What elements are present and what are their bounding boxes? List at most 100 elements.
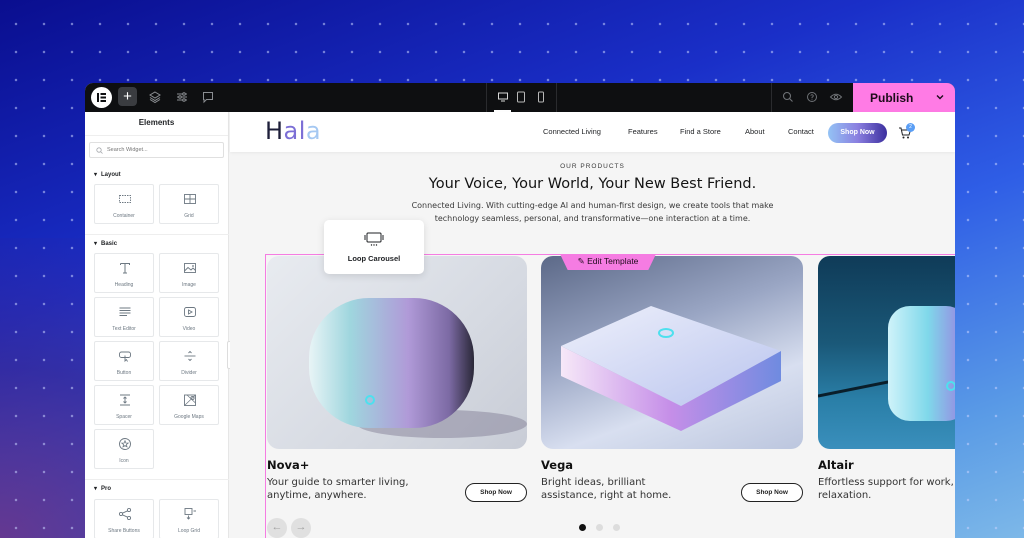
comment-icon[interactable] <box>201 90 215 104</box>
section-pro-toggle[interactable]: Pro <box>94 485 111 492</box>
widget-text-editor[interactable]: Text Editor <box>94 297 154 337</box>
share-icon <box>118 507 132 521</box>
product-description: Bright ideas, brilliant assistance, righ… <box>541 477 672 501</box>
widget-label: Google Maps <box>174 414 204 420</box>
section-divider <box>85 234 229 235</box>
site-logo[interactable]: Hala <box>265 117 321 145</box>
search-icon <box>96 146 103 154</box>
text-editor-icon <box>119 307 131 316</box>
section-layout-toggle[interactable]: Layout <box>94 171 121 178</box>
grid-icon <box>184 194 196 204</box>
edit-template-button[interactable]: ✎ Edit Template <box>560 254 656 270</box>
widget-loop-grid[interactable]: Loop Grid <box>159 499 219 538</box>
altair-device-illustration <box>818 306 955 421</box>
widget-image[interactable]: Image <box>159 253 219 293</box>
widget-label: Image <box>182 282 196 288</box>
widget-container[interactable]: Container <box>94 184 154 224</box>
site-header: Hala Connected Living Features Find a St… <box>230 112 955 152</box>
chevron-down-icon[interactable] <box>935 92 945 102</box>
sliders-icon[interactable] <box>175 90 189 104</box>
elementor-editor-window: + Publish Elements Layout Container <box>85 83 955 538</box>
product-title: Vega <box>541 458 574 472</box>
toolbar-divider <box>556 83 557 112</box>
loop-carousel-widget-tooltip[interactable]: Loop Carousel <box>324 220 424 274</box>
carousel-next-button[interactable]: → <box>291 518 311 538</box>
product-image-altair[interactable] <box>818 256 955 449</box>
product-image-nova[interactable] <box>267 256 527 449</box>
nav-about[interactable]: About <box>745 127 765 136</box>
product-shop-now-button[interactable]: Shop Now <box>741 483 803 502</box>
carousel-dot-3[interactable] <box>613 524 620 531</box>
page-canvas: Hala Connected Living Features Find a St… <box>230 112 955 538</box>
nav-connected-living[interactable]: Connected Living <box>543 127 601 136</box>
widget-label: Divider <box>181 370 197 376</box>
container-icon <box>119 195 131 203</box>
widget-label: Text Editor <box>112 326 136 332</box>
nav-find-a-store[interactable]: Find a Store <box>680 127 721 136</box>
search-icon[interactable] <box>781 90 795 104</box>
product-description: Your guide to smarter living, anytime, a… <box>267 477 409 501</box>
search-widget-input[interactable] <box>107 147 217 153</box>
section-eyebrow: OUR PRODUCTS <box>560 163 625 170</box>
pencil-icon: ✎ <box>577 256 588 266</box>
spacer-icon <box>120 394 130 406</box>
section-basic-toggle[interactable]: Basic <box>94 240 117 247</box>
vega-device-illustration <box>561 306 781 431</box>
widget-google-maps[interactable]: Google Maps <box>159 385 219 425</box>
product-image-vega[interactable] <box>541 256 803 449</box>
widget-label: Container <box>113 213 135 219</box>
product-shop-now-button[interactable]: Shop Now <box>465 483 527 502</box>
desktop-icon[interactable] <box>497 91 509 103</box>
cart-count-badge: 2 <box>906 123 915 132</box>
divider-icon <box>184 350 196 362</box>
widget-label: Icon <box>119 458 129 464</box>
map-icon <box>184 394 196 406</box>
layers-icon[interactable] <box>148 90 162 104</box>
mobile-icon[interactable] <box>535 91 547 103</box>
section-divider <box>85 479 229 480</box>
product-title: Altair <box>818 458 854 472</box>
toolbar-divider <box>771 83 772 112</box>
product-description: Effortless support for work, play, and r… <box>818 477 955 501</box>
plus-icon: + <box>123 88 132 105</box>
help-icon[interactable] <box>805 90 819 104</box>
panel-title: Elements <box>85 112 228 136</box>
arrow-right-icon: → <box>295 521 307 533</box>
widget-label: Button <box>116 370 132 376</box>
widget-heading[interactable]: Heading <box>94 253 154 293</box>
nav-contact[interactable]: Contact <box>788 127 814 136</box>
carousel-prev-button[interactable]: ← <box>267 518 287 538</box>
search-widget-field[interactable] <box>89 142 224 158</box>
nav-features[interactable]: Features <box>628 127 658 136</box>
eye-icon[interactable] <box>829 90 843 104</box>
tablet-icon[interactable] <box>515 91 527 103</box>
star-icon <box>119 438 131 450</box>
widget-label: Grid <box>184 213 194 219</box>
elementor-logo-icon[interactable] <box>91 87 112 108</box>
header-shop-now-button[interactable]: Shop Now <box>828 123 887 143</box>
widget-label: Heading <box>114 282 134 288</box>
add-element-button[interactable]: + <box>118 87 137 106</box>
button-icon <box>119 351 131 363</box>
logo-letters: al <box>283 117 306 145</box>
publish-button[interactable]: Publish <box>853 83 955 112</box>
edit-template-label: Edit Template <box>587 256 639 266</box>
publish-label: Publish <box>870 91 914 105</box>
video-icon <box>184 307 196 317</box>
widget-divider[interactable]: Divider <box>159 341 219 381</box>
carousel-dot-1[interactable] <box>579 524 586 531</box>
carousel-dot-2[interactable] <box>596 524 603 531</box>
loop-carousel-icon <box>364 232 384 246</box>
widget-share-buttons[interactable]: Share Buttons <box>94 499 154 538</box>
widget-video[interactable]: Video <box>159 297 219 337</box>
product-title: Nova+ <box>267 458 310 472</box>
toolbar-divider <box>486 83 487 112</box>
section-subcopy: Connected Living. With cutting-edge AI a… <box>411 201 774 223</box>
widget-label: Video <box>182 326 196 332</box>
widget-spacer[interactable]: Spacer <box>94 385 154 425</box>
widget-button[interactable]: Button <box>94 341 154 381</box>
widget-label: Loop Grid <box>178 528 200 534</box>
widget-icon[interactable]: Icon <box>94 429 154 469</box>
widget-grid[interactable]: Grid <box>159 184 219 224</box>
logo-letter: H <box>265 117 284 145</box>
